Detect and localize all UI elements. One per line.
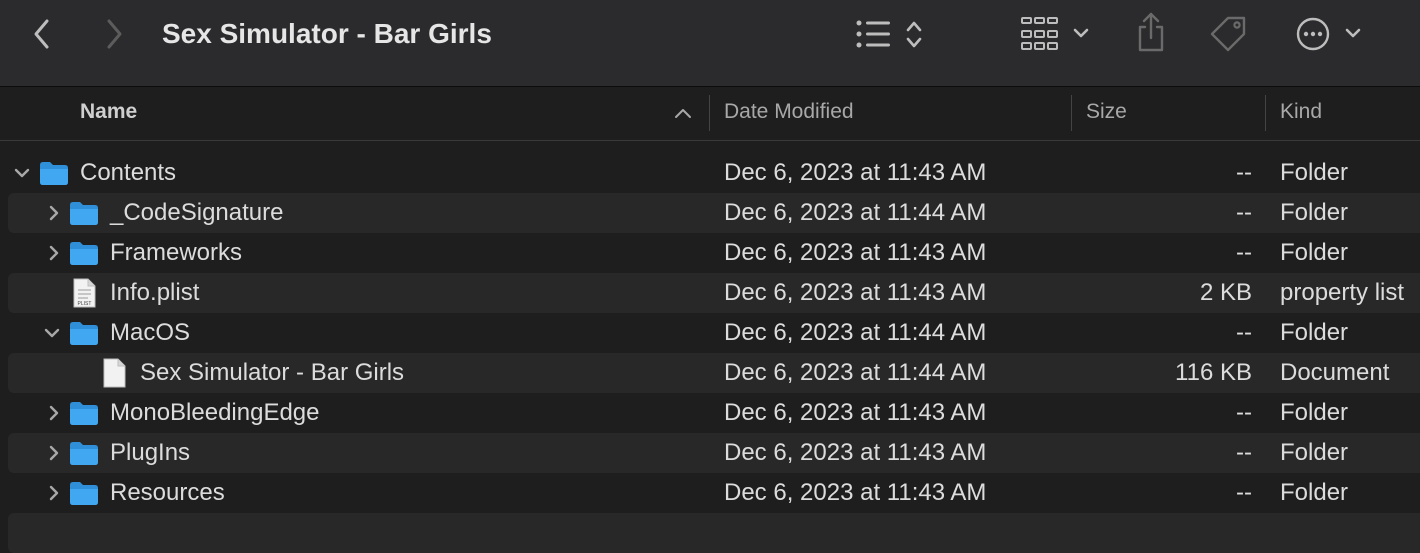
file-date: Dec 6, 2023 at 11:44 AM bbox=[724, 359, 987, 386]
file-kind: Folder bbox=[1280, 439, 1349, 466]
list-item[interactable]: Contents Dec 6, 2023 at 11:43 AM -- Fold… bbox=[0, 153, 1420, 193]
file-date: Dec 6, 2023 at 11:43 AM bbox=[724, 439, 987, 466]
file-date: Dec 6, 2023 at 11:43 AM bbox=[724, 479, 987, 506]
file-size: -- bbox=[1236, 159, 1252, 186]
file-name: _CodeSignature bbox=[110, 199, 284, 226]
chevron-right-icon bbox=[49, 245, 59, 261]
window-title: Sex Simulator - Bar Girls bbox=[162, 18, 492, 49]
group-by-button[interactable] bbox=[1018, 14, 1094, 54]
file-date: Dec 6, 2023 at 11:44 AM bbox=[724, 199, 987, 226]
disclosure-triangle[interactable] bbox=[42, 193, 66, 233]
list-item[interactable]: PLIST Info.plist Dec 6, 2023 at 11:43 AM… bbox=[0, 273, 1420, 313]
file-kind: Folder bbox=[1280, 399, 1349, 426]
folder-icon bbox=[70, 442, 98, 465]
plist-file-icon: PLIST bbox=[73, 278, 96, 308]
file-kind: Folder bbox=[1280, 239, 1349, 266]
tag-icon bbox=[1210, 16, 1246, 52]
file-size: 116 KB bbox=[1175, 359, 1252, 386]
list-item[interactable]: Frameworks Dec 6, 2023 at 11:43 AM -- Fo… bbox=[0, 233, 1420, 273]
column-header-kind[interactable]: Kind bbox=[1280, 87, 1322, 140]
column-divider[interactable] bbox=[709, 95, 710, 131]
folder-icon bbox=[70, 322, 98, 345]
file-name: MacOS bbox=[110, 319, 191, 346]
folder-icon bbox=[70, 482, 98, 505]
list-view-icon bbox=[856, 20, 922, 48]
chevron-right-icon bbox=[49, 405, 59, 421]
disclosure-triangle[interactable] bbox=[40, 313, 64, 353]
disclosure-triangle[interactable] bbox=[42, 393, 66, 433]
file-size: -- bbox=[1236, 319, 1252, 346]
back-button[interactable] bbox=[24, 14, 60, 54]
file-kind: property list bbox=[1280, 279, 1405, 306]
list-item[interactable]: Sex Simulator - Bar Girls Dec 6, 2023 at… bbox=[0, 353, 1420, 393]
icon-grid-icon bbox=[1021, 17, 1089, 50]
file-size: 2 KB bbox=[1199, 279, 1252, 306]
list-item[interactable]: MacOS Dec 6, 2023 at 11:44 AM -- Folder bbox=[0, 313, 1420, 353]
file-kind: Folder bbox=[1280, 159, 1349, 186]
disclosure-triangle[interactable] bbox=[10, 153, 34, 193]
sort-ascending-icon[interactable] bbox=[674, 106, 692, 120]
file-kind: Folder bbox=[1280, 199, 1349, 226]
disclosure-triangle[interactable] bbox=[42, 433, 66, 473]
file-date: Dec 6, 2023 at 11:43 AM bbox=[724, 399, 987, 426]
file-size: -- bbox=[1236, 399, 1252, 426]
file-name: Frameworks bbox=[110, 239, 243, 266]
svg-text:PLIST: PLIST bbox=[78, 301, 92, 307]
column-header: Name Date Modified Size Kind bbox=[0, 87, 1420, 141]
file-name: PlugIns bbox=[110, 439, 191, 466]
column-divider[interactable] bbox=[1071, 95, 1072, 131]
file-name: Info.plist bbox=[110, 279, 200, 306]
chevron-right-icon bbox=[107, 19, 122, 49]
chevron-left-icon bbox=[34, 19, 49, 49]
folder-icon bbox=[70, 402, 98, 425]
file-name: Resources bbox=[110, 479, 225, 506]
document-icon bbox=[103, 358, 126, 388]
share-button[interactable] bbox=[1132, 10, 1170, 56]
file-kind: Document bbox=[1280, 359, 1390, 386]
file-size: -- bbox=[1236, 239, 1252, 266]
column-header-size[interactable]: Size bbox=[1086, 87, 1127, 140]
folder-icon bbox=[40, 162, 68, 185]
file-kind: Folder bbox=[1280, 479, 1349, 506]
forward-button[interactable] bbox=[96, 14, 132, 54]
column-header-name[interactable]: Name bbox=[80, 87, 137, 140]
folder-icon bbox=[70, 242, 98, 265]
toolbar: Sex Simulator - Bar Girls bbox=[0, 0, 1420, 87]
chevron-right-icon bbox=[49, 485, 59, 501]
chevron-right-icon bbox=[49, 445, 59, 461]
list-view-button[interactable] bbox=[852, 14, 932, 54]
file-size: -- bbox=[1236, 439, 1252, 466]
file-name: Contents bbox=[80, 159, 177, 186]
file-date: Dec 6, 2023 at 11:43 AM bbox=[724, 159, 987, 186]
ellipsis-circle-icon bbox=[1296, 17, 1361, 51]
file-size: -- bbox=[1236, 479, 1252, 506]
folder-icon bbox=[70, 202, 98, 225]
column-divider[interactable] bbox=[1265, 95, 1266, 131]
more-actions-button[interactable] bbox=[1294, 14, 1366, 54]
disclosure-triangle[interactable] bbox=[42, 233, 66, 273]
file-date: Dec 6, 2023 at 11:43 AM bbox=[724, 239, 987, 266]
list-item[interactable]: PlugIns Dec 6, 2023 at 11:43 AM -- Folde… bbox=[0, 433, 1420, 473]
column-header-date[interactable]: Date Modified bbox=[724, 87, 854, 140]
chevron-right-icon bbox=[49, 205, 59, 221]
share-icon bbox=[1138, 12, 1164, 52]
empty-row bbox=[0, 513, 1420, 553]
tag-button[interactable] bbox=[1206, 12, 1250, 56]
chevron-down-icon bbox=[14, 168, 30, 178]
file-size: -- bbox=[1236, 199, 1252, 226]
file-kind: Folder bbox=[1280, 319, 1349, 346]
file-name: MonoBleedingEdge bbox=[110, 399, 320, 426]
file-date: Dec 6, 2023 at 11:43 AM bbox=[724, 279, 987, 306]
list-item[interactable]: MonoBleedingEdge Dec 6, 2023 at 11:43 AM… bbox=[0, 393, 1420, 433]
list-item[interactable]: Resources Dec 6, 2023 at 11:43 AM -- Fol… bbox=[0, 473, 1420, 513]
disclosure-triangle[interactable] bbox=[42, 473, 66, 513]
file-name: Sex Simulator - Bar Girls bbox=[140, 359, 405, 386]
list-item[interactable]: _CodeSignature Dec 6, 2023 at 11:44 AM -… bbox=[0, 193, 1420, 233]
chevron-down-icon bbox=[44, 328, 60, 338]
file-date: Dec 6, 2023 at 11:44 AM bbox=[724, 319, 987, 346]
